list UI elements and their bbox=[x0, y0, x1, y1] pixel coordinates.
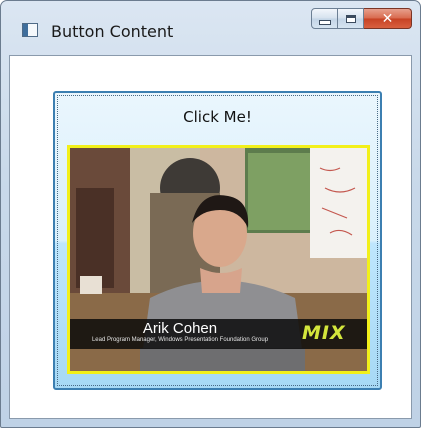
window-app-icon[interactable] bbox=[22, 23, 38, 37]
mix-logo: MIX bbox=[302, 322, 346, 344]
video-content: Arik Cohen Lead Program Manager, Windows… bbox=[67, 145, 370, 374]
title-bar[interactable]: Button Content ✕ bbox=[1, 1, 420, 55]
caption-buttons: ✕ bbox=[311, 8, 412, 30]
click-me-button[interactable]: Click Me! Arik Cohen Lead Program Manage… bbox=[53, 91, 382, 390]
app-window: Button Content ✕ Click Me! Arik Cohen Le… bbox=[0, 0, 421, 428]
button-label: Click Me! bbox=[183, 108, 252, 126]
minimize-icon bbox=[318, 19, 331, 25]
speaker-title: Lead Program Manager, Windows Presentati… bbox=[91, 337, 269, 343]
lower-third-caption: Arik Cohen Lead Program Manager, Windows… bbox=[70, 319, 367, 349]
close-icon: ✕ bbox=[381, 10, 394, 27]
maximize-button[interactable] bbox=[338, 8, 364, 29]
minimize-button[interactable] bbox=[311, 8, 338, 29]
speaker-name: Arik Cohen bbox=[142, 320, 218, 337]
maximize-icon bbox=[345, 14, 356, 23]
window-title: Button Content bbox=[51, 22, 174, 41]
close-button[interactable]: ✕ bbox=[364, 8, 412, 29]
window-client-area: Click Me! Arik Cohen Lead Program Manage… bbox=[9, 55, 412, 419]
